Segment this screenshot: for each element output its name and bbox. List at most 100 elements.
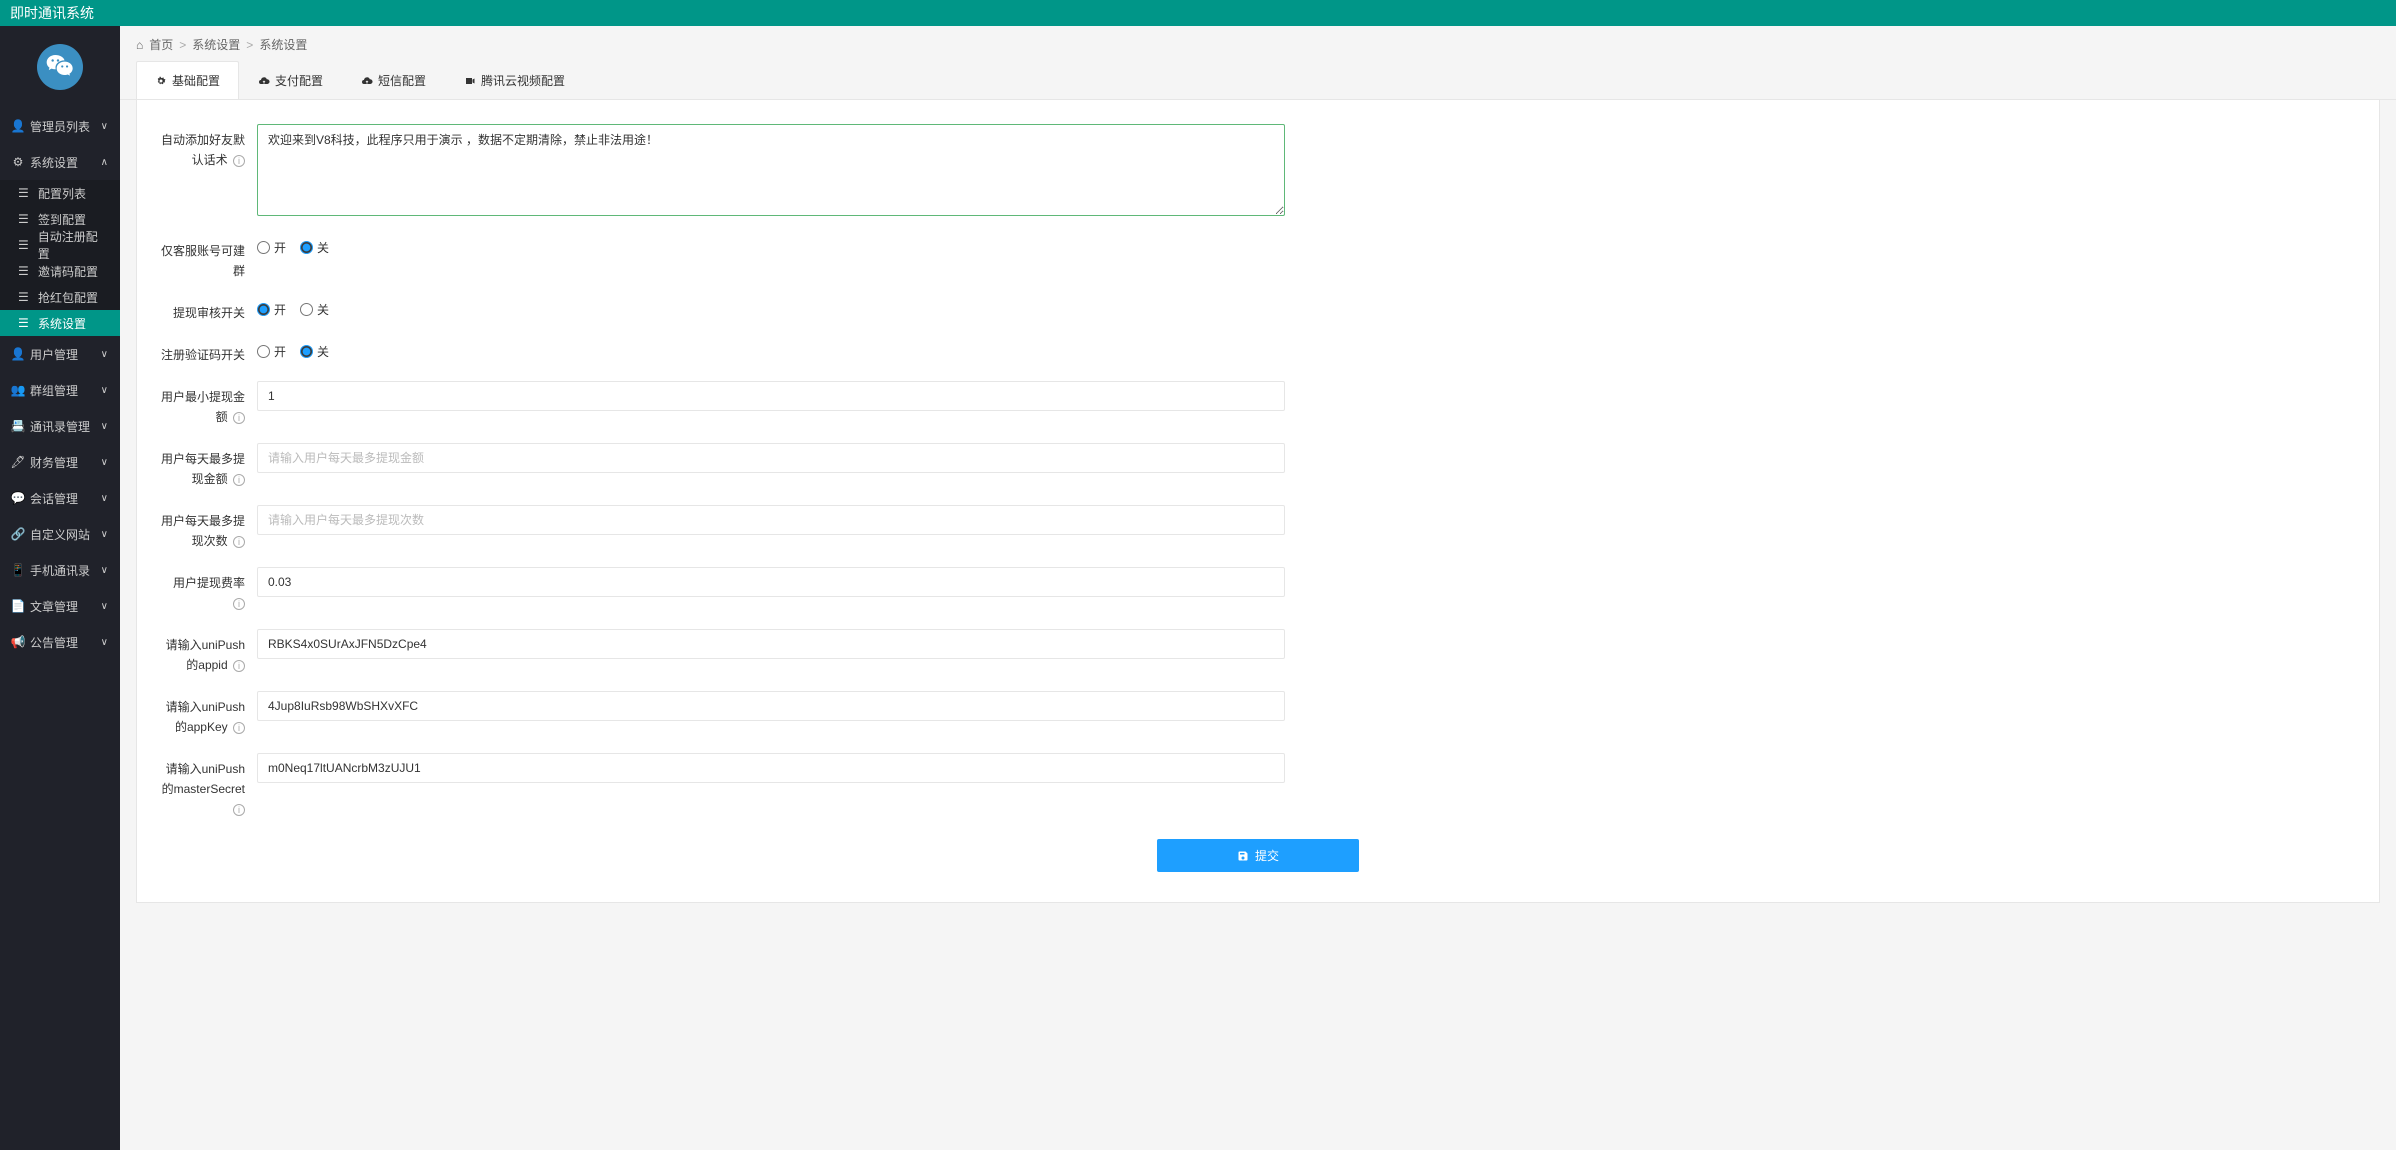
chevron-down-icon: ∨: [101, 121, 108, 132]
submit-button[interactable]: 提交: [1157, 839, 1359, 872]
nav-icon-0: 👤: [12, 119, 24, 133]
info-icon[interactable]: i: [233, 804, 245, 816]
sidebar-item-1[interactable]: ⚙系统设置∧: [0, 144, 120, 180]
nav-label: 财务管理: [30, 454, 78, 471]
list-icon: ☰: [18, 186, 30, 200]
auto-add-friend-label: 自动添加好友默认话术 i: [157, 124, 257, 170]
nav-label: 手机通讯录: [30, 562, 90, 579]
tabs-wrap: 基础配置 支付配置 短信配置 腾讯云视频配置: [120, 61, 2396, 100]
nav-label: 公告管理: [30, 634, 78, 651]
info-icon[interactable]: i: [233, 598, 245, 610]
sidebar-item-3[interactable]: 👥群组管理∨: [0, 372, 120, 408]
nav-icon-9: 📄: [12, 599, 24, 613]
tab-label: 支付配置: [275, 72, 323, 89]
sidebar-item-9[interactable]: 📄文章管理∨: [0, 588, 120, 624]
sidebar-item-10[interactable]: 📢 公告管理 ∨: [0, 624, 120, 660]
unipush-master-secret-input[interactable]: [257, 753, 1285, 783]
min-withdraw-label: 用户最小提现金额 i: [157, 381, 257, 427]
subitem-label: 签到配置: [38, 211, 86, 228]
sidebar-item-8[interactable]: 📱手机通讯录∨: [0, 552, 120, 588]
radio-on[interactable]: 开: [257, 239, 286, 256]
sidebar-item-6[interactable]: 💬 会话管理 ∨: [0, 480, 120, 516]
info-icon[interactable]: i: [233, 722, 245, 734]
nav-icon-4: 📇: [12, 419, 24, 433]
tab-3[interactable]: 腾讯云视频配置: [445, 61, 584, 99]
cloud-up-icon: [258, 75, 270, 87]
nav-label: 管理员列表: [30, 118, 90, 135]
info-icon[interactable]: i: [233, 660, 245, 672]
sidebar-subitem-1-4[interactable]: ☰抢红包配置: [0, 284, 120, 310]
tab-1[interactable]: 支付配置: [239, 61, 342, 99]
breadcrumb-level2: 系统设置: [259, 36, 307, 53]
subitem-label: 系统设置: [38, 315, 86, 332]
list-icon: ☰: [18, 238, 30, 252]
nav-icon-10: 📢: [12, 635, 24, 649]
breadcrumb: ⌂ 首页 > 系统设置 > 系统设置: [120, 26, 2396, 61]
info-icon[interactable]: i: [233, 536, 245, 548]
gear-icon: [155, 75, 167, 87]
withdraw-rate-input[interactable]: [257, 567, 1285, 597]
nav-icon-6: 💬: [12, 491, 24, 505]
list-icon: ☰: [18, 290, 30, 304]
unipush-appkey-input[interactable]: [257, 691, 1285, 721]
radio-on[interactable]: 开: [257, 301, 286, 318]
tab-0[interactable]: 基础配置: [136, 61, 239, 99]
nav-icon-5: 🖋: [12, 455, 24, 469]
sidebar-item-5[interactable]: 🖋 财务管理 ∨: [0, 444, 120, 480]
nav-icon-3: 👥: [12, 383, 24, 397]
only-service-create-group-label: 仅客服账号可建群: [157, 235, 257, 281]
breadcrumb-level1[interactable]: 系统设置: [192, 36, 240, 53]
min-withdraw-input[interactable]: [257, 381, 1285, 411]
app-title: 即时通讯系统: [10, 5, 94, 21]
unipush-master-secret-label: 请输入uniPush的masterSecret i: [157, 753, 257, 819]
info-icon[interactable]: i: [233, 412, 245, 424]
sidebar-item-2[interactable]: 👤用户管理∨: [0, 336, 120, 372]
subitem-label: 配置列表: [38, 185, 86, 202]
unipush-appid-input[interactable]: [257, 629, 1285, 659]
nav-icon-7: 🔗: [12, 527, 24, 541]
radio-off[interactable]: 关: [300, 301, 329, 318]
unipush-appid-label: 请输入uniPush的appid i: [157, 629, 257, 675]
sidebar-item-0[interactable]: 👤 管理员列表 ∨: [0, 108, 120, 144]
info-icon[interactable]: i: [233, 155, 245, 167]
chevron-down-icon: ∨: [101, 457, 108, 468]
daily-max-withdraw-times-label: 用户每天最多提现次数 i: [157, 505, 257, 551]
nav-icon-8: 📱: [12, 563, 24, 577]
chevron-down-icon: ∨: [101, 421, 108, 432]
daily-max-withdraw-amount-input[interactable]: [257, 443, 1285, 473]
list-icon: ☰: [18, 212, 30, 226]
only-service-create-group-radio: 开 关: [257, 235, 1285, 256]
nav-label: 系统设置: [30, 154, 78, 171]
sidebar-item-7[interactable]: 🔗自定义网站∨: [0, 516, 120, 552]
logo-wrap: [0, 26, 120, 108]
daily-max-withdraw-amount-label: 用户每天最多提现金额 i: [157, 443, 257, 489]
auto-add-friend-textarea[interactable]: [257, 124, 1285, 216]
sidebar-subitem-1-0[interactable]: ☰ 配置列表: [0, 180, 120, 206]
unipush-appkey-label: 请输入uniPush的appKey i: [157, 691, 257, 737]
nav-label: 文章管理: [30, 598, 78, 615]
radio-off[interactable]: 关: [300, 343, 329, 360]
main-content: ⌂ 首页 > 系统设置 > 系统设置 基础配置 支付配置 短信配置 腾讯云视频配置 自…: [120, 26, 2396, 1150]
sidebar-subitem-1-2[interactable]: ☰自动注册配置: [0, 232, 120, 258]
list-icon: ☰: [18, 264, 30, 278]
nav-label: 自定义网站: [30, 526, 90, 543]
tab-label: 腾讯云视频配置: [481, 72, 565, 89]
register-code-label: 注册验证码开关: [157, 339, 257, 365]
tab-2[interactable]: 短信配置: [342, 61, 445, 99]
nav-label: 会话管理: [30, 490, 78, 507]
video-icon: [464, 75, 476, 87]
radio-on[interactable]: 开: [257, 343, 286, 360]
tab-label: 短信配置: [378, 72, 426, 89]
breadcrumb-home[interactable]: 首页: [149, 36, 173, 53]
withdraw-rate-label: 用户提现费率 i: [157, 567, 257, 613]
chevron-down-icon: ∨: [101, 637, 108, 648]
list-icon: ☰: [18, 316, 30, 330]
radio-off[interactable]: 关: [300, 239, 329, 256]
sidebar-subitem-1-5[interactable]: ☰ 系统设置: [0, 310, 120, 336]
sidebar: 👤管理员列表∨⚙系统设置∧☰配置列表☰签到配置☰自动注册配置☰邀请码配置☰抢红包…: [0, 26, 120, 1150]
chevron-down-icon: ∨: [101, 493, 108, 504]
info-icon[interactable]: i: [233, 474, 245, 486]
chevron-up-icon: ∧: [101, 157, 108, 168]
sidebar-item-4[interactable]: 📇通讯录管理∨: [0, 408, 120, 444]
daily-max-withdraw-times-input[interactable]: [257, 505, 1285, 535]
